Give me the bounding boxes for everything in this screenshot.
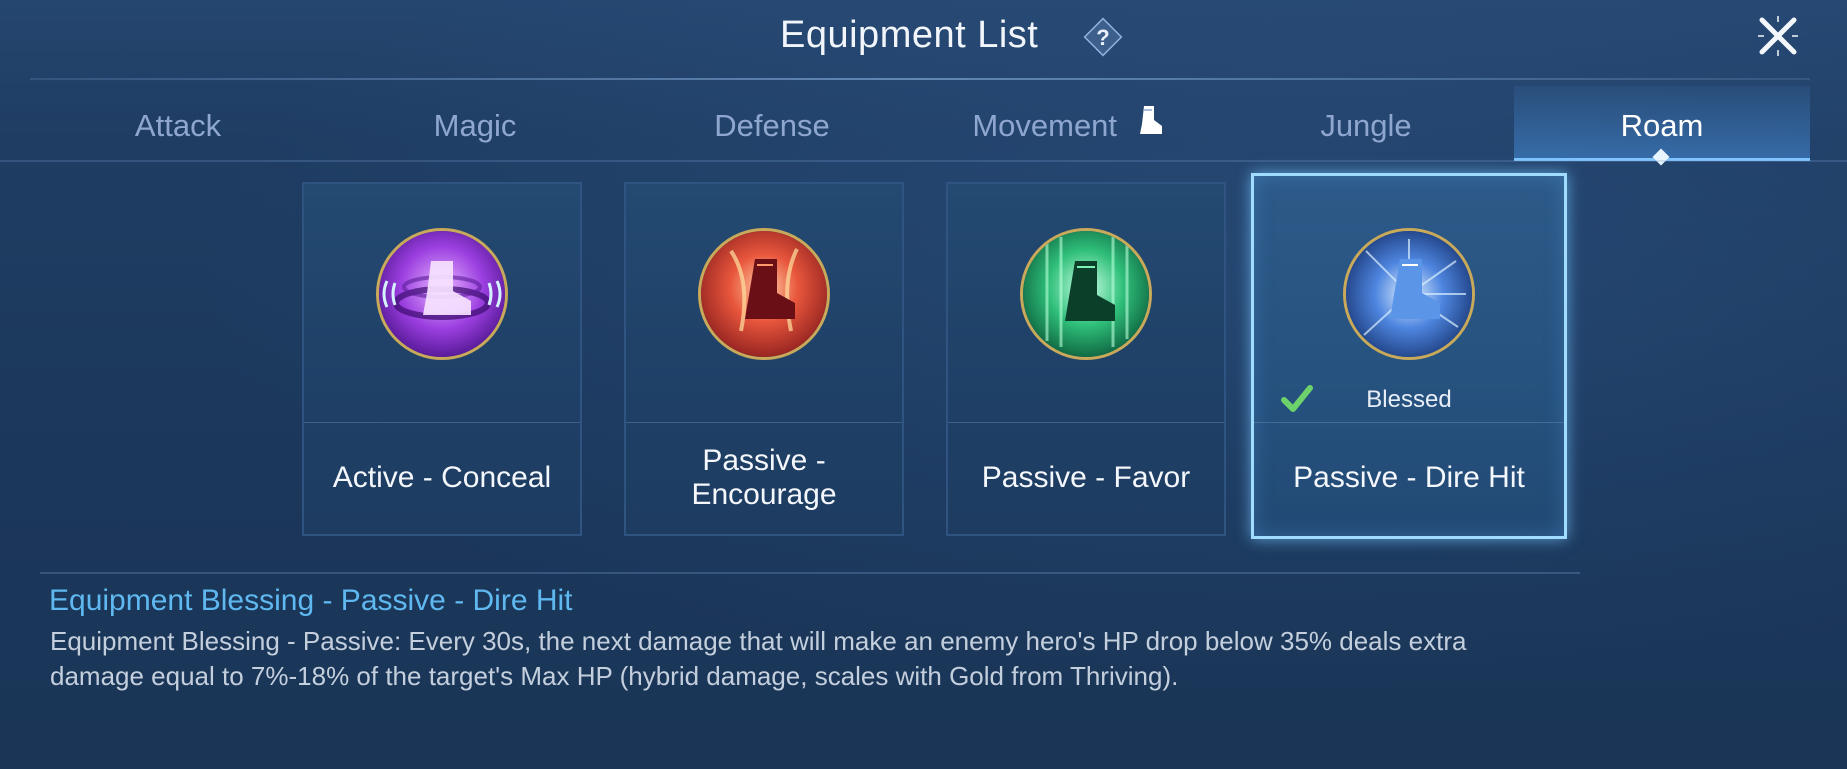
tab-attack[interactable]: Attack bbox=[30, 86, 326, 158]
tab-label: Movement bbox=[972, 108, 1118, 143]
tab-jungle[interactable]: Jungle bbox=[1218, 86, 1514, 158]
category-tabs: Attack Magic Defense Movement Jungle Roa… bbox=[0, 86, 1847, 161]
tabs-divider bbox=[0, 160, 1847, 162]
card-icon-area bbox=[304, 184, 580, 423]
purple-boot-icon bbox=[376, 228, 508, 360]
card-icon-area: Blessed bbox=[1254, 176, 1564, 423]
title-divider bbox=[30, 78, 1810, 80]
equipment-card-encourage[interactable]: Passive - Encourage bbox=[624, 182, 904, 536]
card-label: Passive - Favor bbox=[981, 461, 1191, 494]
svg-text:?: ? bbox=[1096, 25, 1109, 50]
close-icon[interactable] bbox=[1756, 14, 1800, 58]
red-boot-icon bbox=[698, 228, 830, 360]
description-title: Equipment Blessing - Passive - Dire Hit bbox=[49, 584, 573, 617]
card-label: Passive - Dire Hit bbox=[1293, 461, 1525, 494]
green-boot-icon bbox=[1020, 228, 1152, 360]
tab-label: Magic bbox=[433, 108, 517, 143]
equipment-card-dire-hit[interactable]: Blessed Passive - Dire Hit bbox=[1251, 173, 1567, 539]
description-body: Equipment Blessing - Passive: Every 30s,… bbox=[50, 626, 1467, 691]
blessed-label: Blessed bbox=[1366, 386, 1452, 413]
card-label: Active - Conceal bbox=[332, 461, 552, 494]
tab-label: Jungle bbox=[1320, 108, 1412, 143]
card-label: Passive - Encourage bbox=[691, 444, 837, 511]
card-icon-area bbox=[626, 184, 902, 423]
equipment-card-favor[interactable]: Passive - Favor bbox=[946, 182, 1226, 536]
tab-label: Attack bbox=[134, 108, 222, 143]
tab-label: Roam bbox=[1620, 108, 1704, 143]
tab-defense[interactable]: Defense bbox=[624, 86, 920, 158]
title-bar: Equipment List ? bbox=[0, 0, 1847, 78]
help-icon[interactable]: ? bbox=[1082, 16, 1124, 58]
window-title: Equipment List bbox=[780, 14, 1039, 56]
equipment-card-conceal[interactable]: Active - Conceal bbox=[302, 182, 582, 536]
card-icon-area bbox=[948, 184, 1224, 423]
tab-movement[interactable]: Movement bbox=[921, 86, 1217, 158]
blue-boot-icon bbox=[1343, 228, 1475, 360]
tab-label: Defense bbox=[714, 108, 830, 143]
boot-icon bbox=[1136, 88, 1166, 168]
tab-magic[interactable]: Magic bbox=[327, 86, 623, 158]
equipment-list-panel: Equipment List ? Attack Magic Defense Mo… bbox=[0, 0, 1847, 769]
description-divider bbox=[40, 572, 1580, 574]
blessed-badge: Blessed bbox=[1254, 382, 1564, 416]
